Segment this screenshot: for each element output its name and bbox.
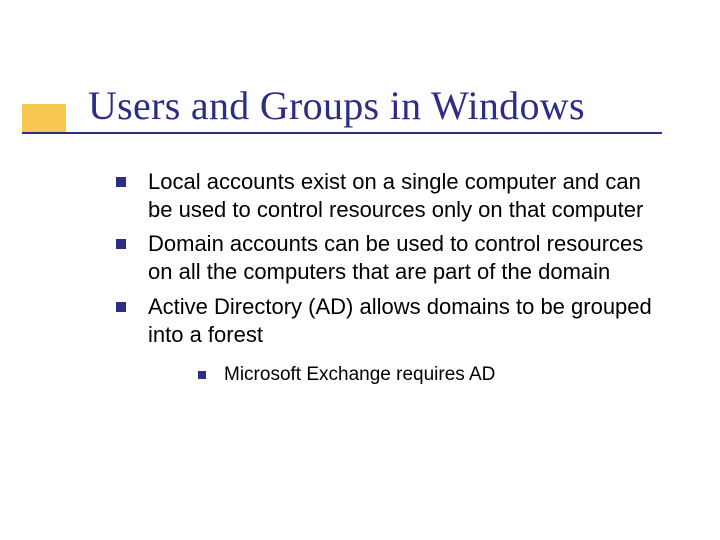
list-item: Microsoft Exchange requires AD <box>188 363 668 388</box>
slide: Users and Groups in Windows Local accoun… <box>0 0 720 540</box>
list-item-text: Local accounts exist on a single compute… <box>148 169 643 222</box>
slide-title: Users and Groups in Windows <box>88 82 585 129</box>
list-item: Domain accounts can be used to control r… <box>108 230 668 286</box>
slide-body: Local accounts exist on a single compute… <box>108 168 668 394</box>
title-underline <box>22 132 662 134</box>
list-item-text: Active Directory (AD) allows domains to … <box>148 294 652 347</box>
list-item: Local accounts exist on a single compute… <box>108 168 668 224</box>
square-bullet-icon <box>116 177 126 187</box>
sub-list: Microsoft Exchange requires AD <box>188 363 668 388</box>
square-bullet-icon <box>198 371 206 379</box>
list-item: Active Directory (AD) allows domains to … <box>108 293 668 388</box>
title-accent-bar <box>22 104 66 134</box>
square-bullet-icon <box>116 239 126 249</box>
square-bullet-icon <box>116 302 126 312</box>
list-item-text: Microsoft Exchange requires AD <box>224 364 495 385</box>
list-item-text: Domain accounts can be used to control r… <box>148 231 643 284</box>
